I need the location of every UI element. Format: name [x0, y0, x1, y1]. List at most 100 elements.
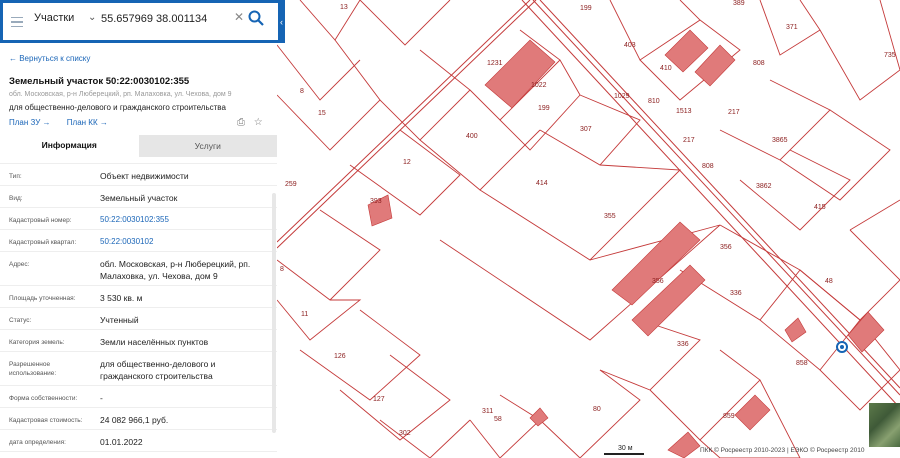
attribute-row: Кадастровый номер: 50:22:0030102:355 [0, 207, 277, 224]
parcel-number-label: 810 [648, 98, 660, 105]
attribute-value[interactable]: 50:22:0030102 [100, 236, 270, 248]
purpose-subtitle: для общественно-делового и гражданского … [9, 103, 226, 112]
parcel-number-label: 302 [399, 430, 411, 437]
parcel-number-label: 356 [720, 244, 732, 251]
attribute-value[interactable]: 50:22:0030102:355 [100, 214, 270, 226]
parcel-number-label: 15 [318, 110, 326, 117]
parcel-number-label: 11 [301, 311, 308, 318]
attribute-value: - [100, 393, 103, 403]
attribute-key: Кадастровая стоимость: [9, 417, 83, 424]
building [667, 431, 701, 458]
attribute-key: Адрес: [9, 261, 30, 268]
parcel-number-label: 410 [660, 65, 672, 72]
parcel-outline [739, 149, 851, 231]
tab-information[interactable]: Информация [0, 135, 139, 157]
panel-actions: ⎙ ☆ [237, 117, 263, 128]
copyright: ПКК © Росреестр 2010-2023 | ЕЭКО © Росре… [700, 447, 865, 454]
building [484, 39, 556, 109]
star-icon[interactable]: ☆ [254, 117, 263, 128]
parcel-outline [276, 299, 362, 341]
panel-tabs: Информация Услуги [0, 135, 277, 157]
search-icon[interactable] [247, 9, 265, 27]
parcel-outline [359, 0, 451, 46]
scale-line [604, 453, 644, 455]
attribute-key: Кадастровый номер: [9, 217, 72, 224]
attribute-value: Объект недвижимости [100, 171, 189, 181]
plan-zu-link[interactable]: План ЗУ → [9, 118, 51, 127]
chevron-left-icon[interactable]: ‹ [278, 0, 285, 43]
parcel-outline [349, 129, 461, 216]
parcel-number-label: 1029 [614, 93, 630, 100]
attribute-row: Кадастровый квартал: 50:22:0030102 [0, 229, 277, 246]
plan-kk-link[interactable]: План КК → [67, 118, 108, 127]
parcel-number-label: 259 [285, 181, 297, 188]
attribute-value: 01.01.2022 [100, 437, 143, 447]
address-subtitle: обл. Московская, р-н Люберецкий, рп. Мал… [9, 91, 232, 98]
parcel-number-label: 1513 [676, 108, 692, 115]
tab-services[interactable]: Услуги [138, 135, 277, 157]
attribute-value: Земли населённых пунктов [100, 337, 209, 347]
parcel-number-label: 8 [300, 88, 304, 95]
parcel-outline [469, 394, 541, 458]
plan-links: План ЗУ → План КК → [9, 118, 122, 127]
scale-label: 30 м [618, 445, 633, 452]
attribute-row: Адрес: обл. Московская, р-н Люберецкий, р… [0, 251, 277, 281]
locate-icon[interactable] [836, 341, 848, 353]
menu-icon[interactable] [8, 11, 30, 33]
attribute-key: Статус: [9, 317, 32, 324]
parcel-number-label: 13 [340, 4, 348, 11]
parcel-outline [479, 164, 682, 261]
parcel-outline [276, 39, 381, 151]
parcel-outline [276, 44, 361, 101]
back-to-list-link[interactable]: ← Вернуться к списку [9, 54, 90, 63]
parcel-number-label: 403 [624, 42, 636, 49]
attribute-row: дата определения: 01.01.2022 [0, 429, 277, 447]
attribute-row: Вид: Земельный участок [0, 185, 277, 203]
search-bar: Участки ⌄ ✕ [0, 0, 285, 43]
road-line [276, 0, 531, 243]
search-input[interactable] [101, 8, 231, 30]
search-type-select[interactable]: Участки [34, 12, 74, 24]
attribute-row: дата утверждения:- [0, 451, 277, 452]
parcel-outline [719, 79, 831, 161]
attribute-row: Тип: Объект недвижимости [0, 163, 277, 181]
scrollbar[interactable] [272, 193, 276, 433]
parcel-outline [779, 109, 891, 201]
chevron-down-icon[interactable]: ⌄ [88, 12, 96, 23]
parcel-number-label: 1022 [531, 82, 547, 89]
parcel-number-label: 80 [593, 406, 601, 413]
parcel-number-label: 199 [538, 105, 550, 112]
attribute-key: Форма собственности: [9, 395, 78, 402]
attribute-row: Разрешенное использование: для общественн… [0, 351, 277, 381]
parcel-outline [849, 199, 900, 231]
building [847, 311, 885, 353]
road-line [276, 0, 537, 249]
attribute-value: 3 530 кв. м [100, 293, 143, 303]
attribute-key: Кадастровый квартал: [9, 239, 77, 246]
parcel-number-label: 199 [580, 5, 592, 12]
attribute-value: для общественно-делового и гражданского … [100, 359, 216, 381]
satellite-layer-toggle[interactable] [869, 403, 900, 447]
parcel-number-label: 217 [683, 137, 695, 144]
parcel-number-label: 389 [733, 0, 745, 7]
parcel-number-label: 126 [334, 353, 346, 360]
parcel-outline [819, 0, 900, 101]
parcel-number-label: 127 [373, 396, 385, 403]
attribute-value: обл. Московская, р-н Люберецкий, рп. Мал… [100, 259, 251, 281]
attribute-value: Земельный участок [100, 193, 178, 203]
print-icon[interactable]: ⎙ [237, 117, 245, 128]
parcel-outline [276, 209, 381, 301]
attribute-key: дата определения: [9, 439, 66, 446]
parcel-outline [339, 354, 451, 441]
parcel-outline [649, 349, 761, 441]
attribute-row: Кадастровая стоимость: 24 082 966,1 руб. [0, 407, 277, 425]
attribute-value: Учтенный [100, 315, 139, 325]
parcel-number-label: 307 [580, 126, 592, 133]
close-icon[interactable]: ✕ [234, 10, 244, 24]
parcel-number-label: 336 [730, 290, 742, 297]
parcel-outline [299, 0, 361, 41]
parcel-number-label: 393 [370, 198, 382, 205]
parcel-number-label: 48 [825, 278, 833, 285]
attribute-key: Разрешенное использование: [9, 361, 57, 377]
info-panel: ← Вернуться к списку Земельный участок 5… [0, 43, 277, 458]
